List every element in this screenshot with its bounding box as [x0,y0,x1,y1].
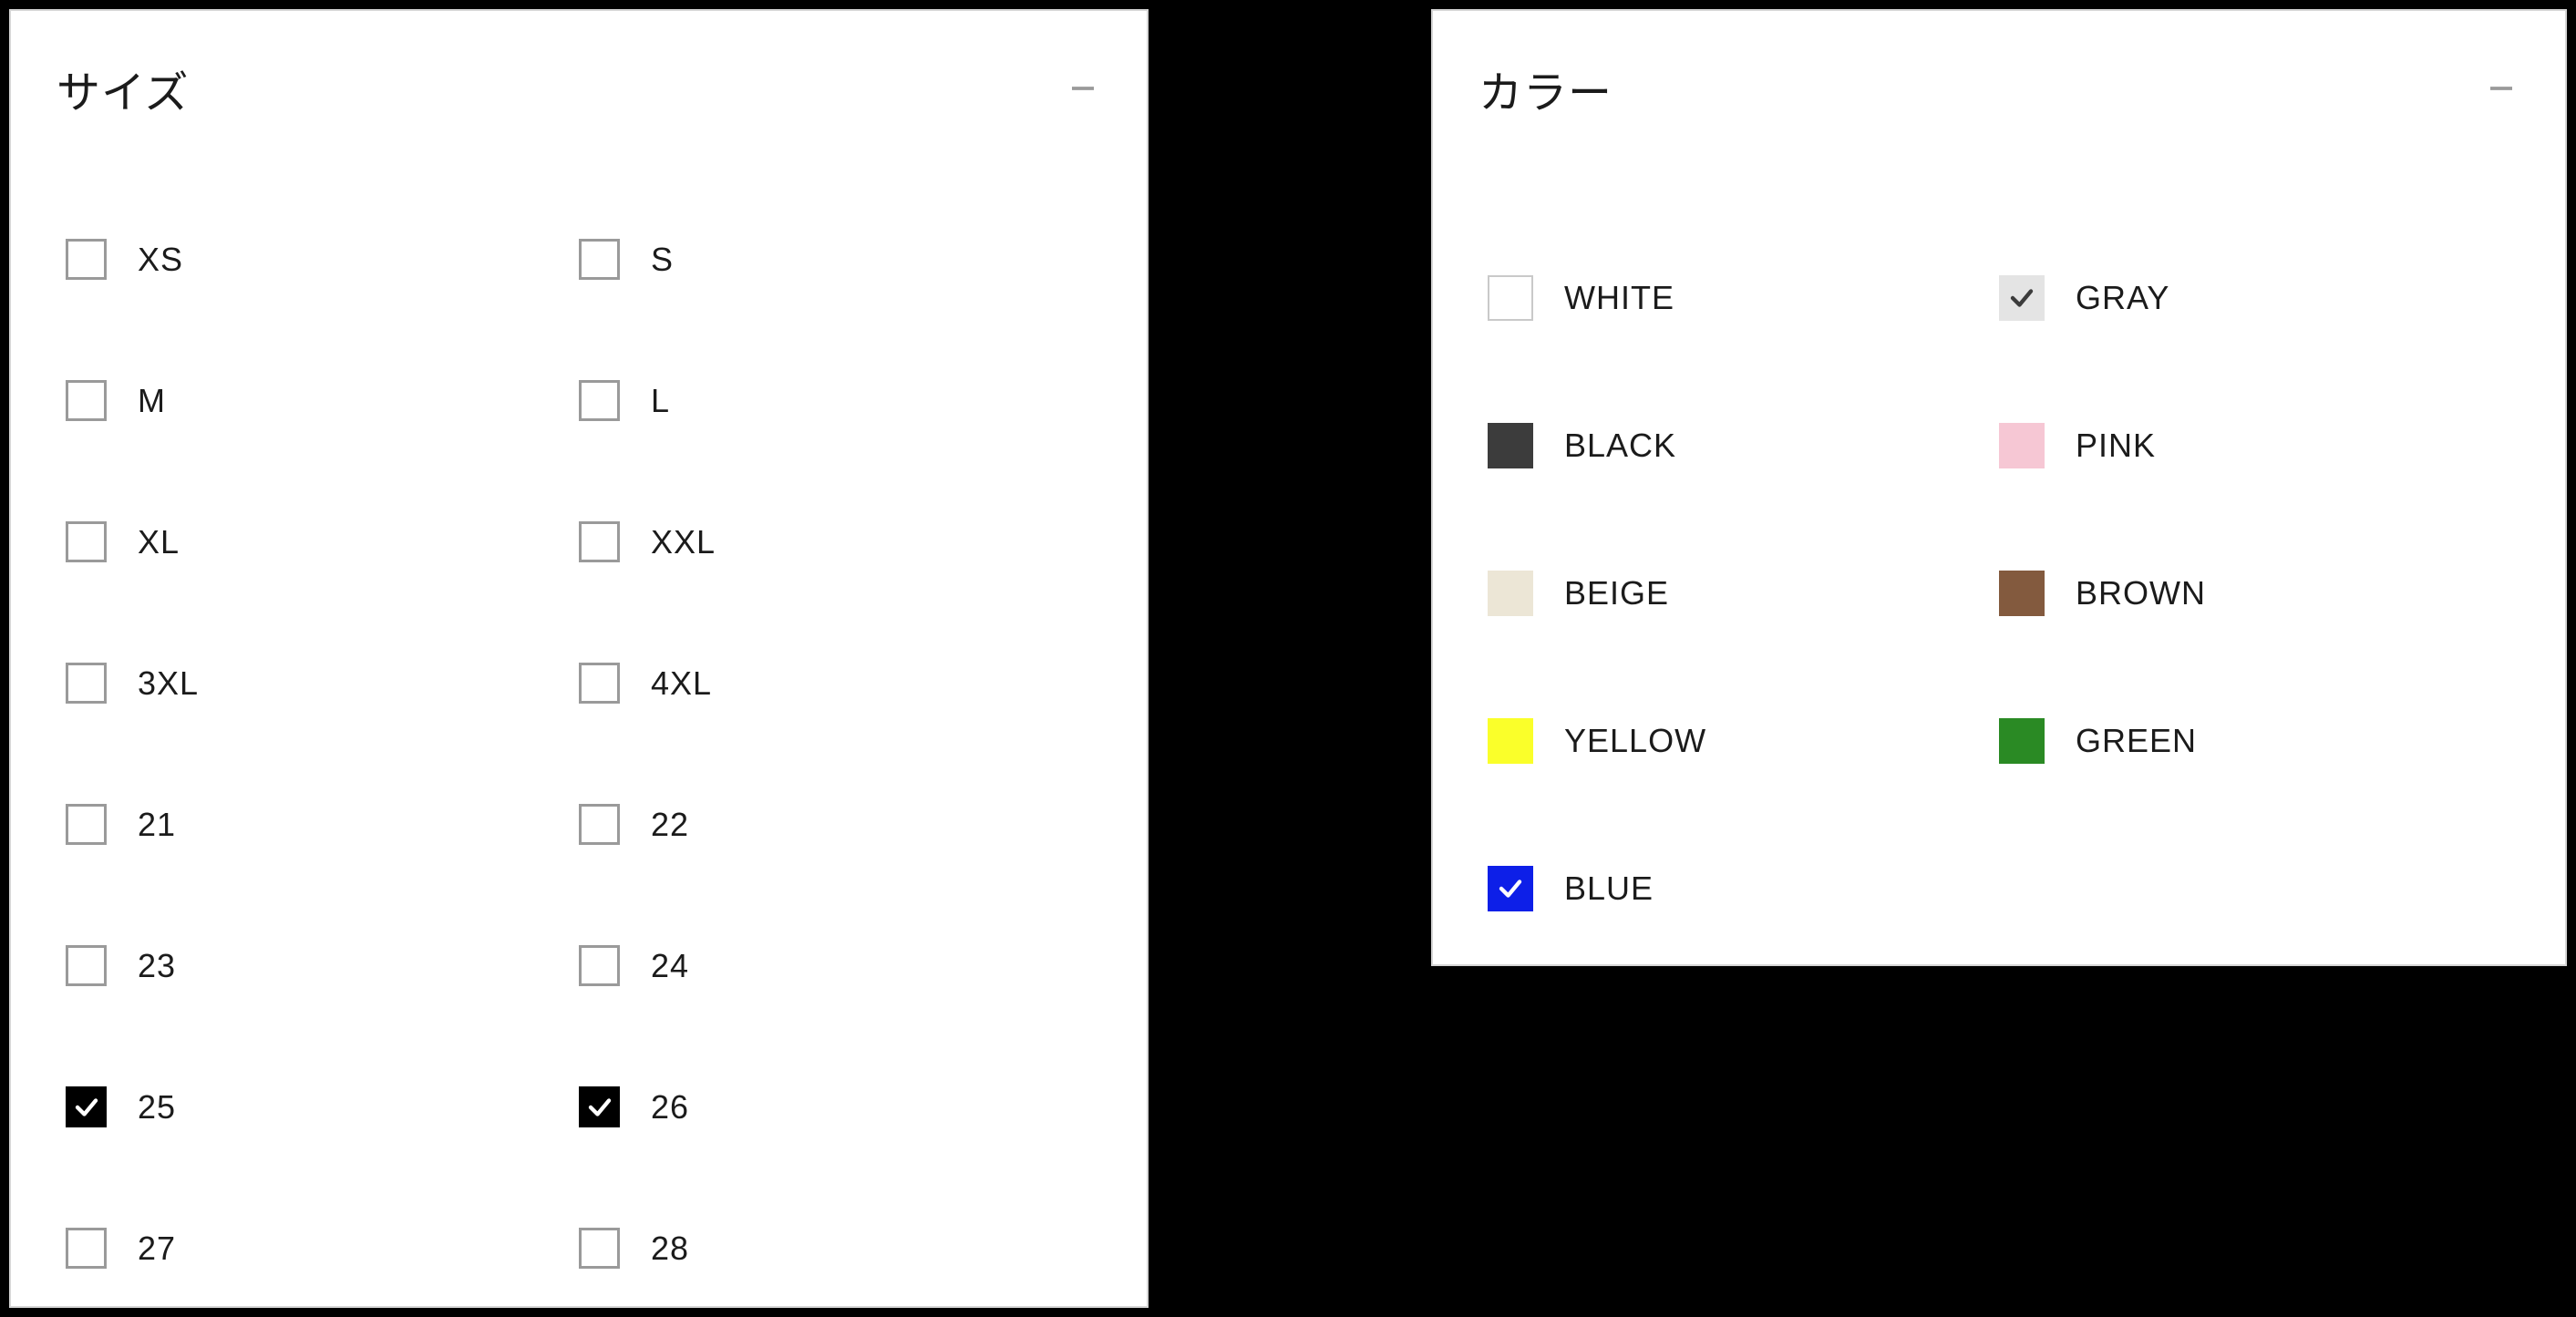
size-option[interactable]: 24 [579,945,1092,986]
size-checkbox[interactable] [579,239,620,280]
size-checkbox[interactable] [66,945,107,986]
size-option-label: M [138,382,166,420]
color-option-label: WHITE [1564,279,1674,317]
size-option[interactable]: 22 [579,804,1092,845]
size-option-label: 26 [651,1088,689,1127]
size-option-label: 28 [651,1230,689,1268]
color-option[interactable]: WHITE [1488,275,1999,321]
size-checkbox[interactable] [66,663,107,704]
color-option-label: BEIGE [1564,574,1669,612]
color-option-label: YELLOW [1564,722,1706,760]
size-checkbox[interactable] [579,1086,620,1127]
size-option-label: XS [138,241,183,279]
check-icon [1497,875,1524,902]
size-options-grid: XS S M L XL XXL 3XL 4XL 21 22 23 24 25 26 27 28 [11,239,1147,1269]
color-swatch[interactable] [1999,275,2045,321]
color-collapse-button[interactable] [2483,70,2519,107]
color-option[interactable]: YELLOW [1488,718,1999,764]
color-filter-panel: カラー WHITE GRAY BLACK PINK BEIGE BROWN YELLOW GR… [1431,9,2567,966]
size-option[interactable]: 3XL [66,663,579,704]
size-option[interactable]: 21 [66,804,579,845]
size-option-label: 21 [138,806,176,844]
size-panel-header: サイズ [11,11,1147,166]
color-option[interactable]: GRAY [1999,275,2510,321]
size-option[interactable]: 4XL [579,663,1092,704]
color-option-label: GRAY [2076,279,2169,317]
color-option[interactable]: BLACK [1488,423,1999,468]
size-filter-panel: サイズ XS S M L XL XXL 3XL 4XL 21 22 23 24 25 26 27 28 [9,9,1149,1308]
color-option[interactable]: PINK [1999,423,2510,468]
size-option-label: 23 [138,947,176,985]
color-option-label: GREEN [2076,722,2197,760]
check-icon [586,1094,613,1121]
size-option-label: XXL [651,523,716,561]
size-option-label: 3XL [138,664,199,703]
color-swatch[interactable] [1488,718,1533,764]
check-icon [2008,284,2035,312]
size-option-label: L [651,382,670,420]
color-swatch[interactable] [1999,571,2045,616]
color-swatch[interactable] [1999,423,2045,468]
color-swatch[interactable] [1488,571,1533,616]
color-option-label: BROWN [2076,574,2206,612]
size-checkbox[interactable] [579,945,620,986]
size-option[interactable]: XXL [579,521,1092,562]
size-checkbox[interactable] [66,239,107,280]
color-option-label: PINK [2076,427,2156,465]
size-checkbox[interactable] [579,663,620,704]
size-option[interactable]: 25 [66,1086,579,1127]
size-checkbox[interactable] [66,380,107,421]
color-option-label: BLUE [1564,869,1654,908]
color-options-grid: WHITE GRAY BLACK PINK BEIGE BROWN YELLOW GREEN B… [1433,275,2565,911]
size-option[interactable]: S [579,239,1092,280]
size-checkbox[interactable] [579,521,620,562]
color-swatch[interactable] [1488,275,1533,321]
color-panel-title: カラー [1479,57,1613,120]
size-checkbox[interactable] [579,380,620,421]
size-option-label: 24 [651,947,689,985]
size-panel-title: サイズ [57,57,190,120]
color-option-label: BLACK [1564,427,1676,465]
size-checkbox[interactable] [66,1086,107,1127]
size-checkbox[interactable] [66,1228,107,1269]
size-option-label: 22 [651,806,689,844]
size-option[interactable]: M [66,380,579,421]
size-collapse-button[interactable] [1065,70,1101,107]
color-swatch[interactable] [1999,718,2045,764]
size-option-label: 25 [138,1088,176,1127]
size-option-label: S [651,241,674,279]
size-option-label: 27 [138,1230,176,1268]
size-option[interactable]: 26 [579,1086,1092,1127]
size-option[interactable]: 28 [579,1228,1092,1269]
size-checkbox[interactable] [66,521,107,562]
size-option[interactable]: XS [66,239,579,280]
check-icon [73,1094,100,1121]
size-option-label: 4XL [651,664,712,703]
color-swatch[interactable] [1488,423,1533,468]
color-option[interactable]: BROWN [1999,571,2510,616]
size-checkbox[interactable] [579,804,620,845]
minus-icon [2485,72,2518,105]
size-option-label: XL [138,523,180,561]
size-option[interactable]: 27 [66,1228,579,1269]
minus-icon [1066,72,1099,105]
size-option[interactable]: L [579,380,1092,421]
color-panel-header: カラー [1433,11,2565,166]
size-option[interactable]: XL [66,521,579,562]
color-swatch[interactable] [1488,866,1533,911]
color-option[interactable]: BEIGE [1488,571,1999,616]
size-checkbox[interactable] [579,1228,620,1269]
size-checkbox[interactable] [66,804,107,845]
size-option[interactable]: 23 [66,945,579,986]
color-option[interactable]: BLUE [1488,866,1999,911]
color-option[interactable]: GREEN [1999,718,2510,764]
